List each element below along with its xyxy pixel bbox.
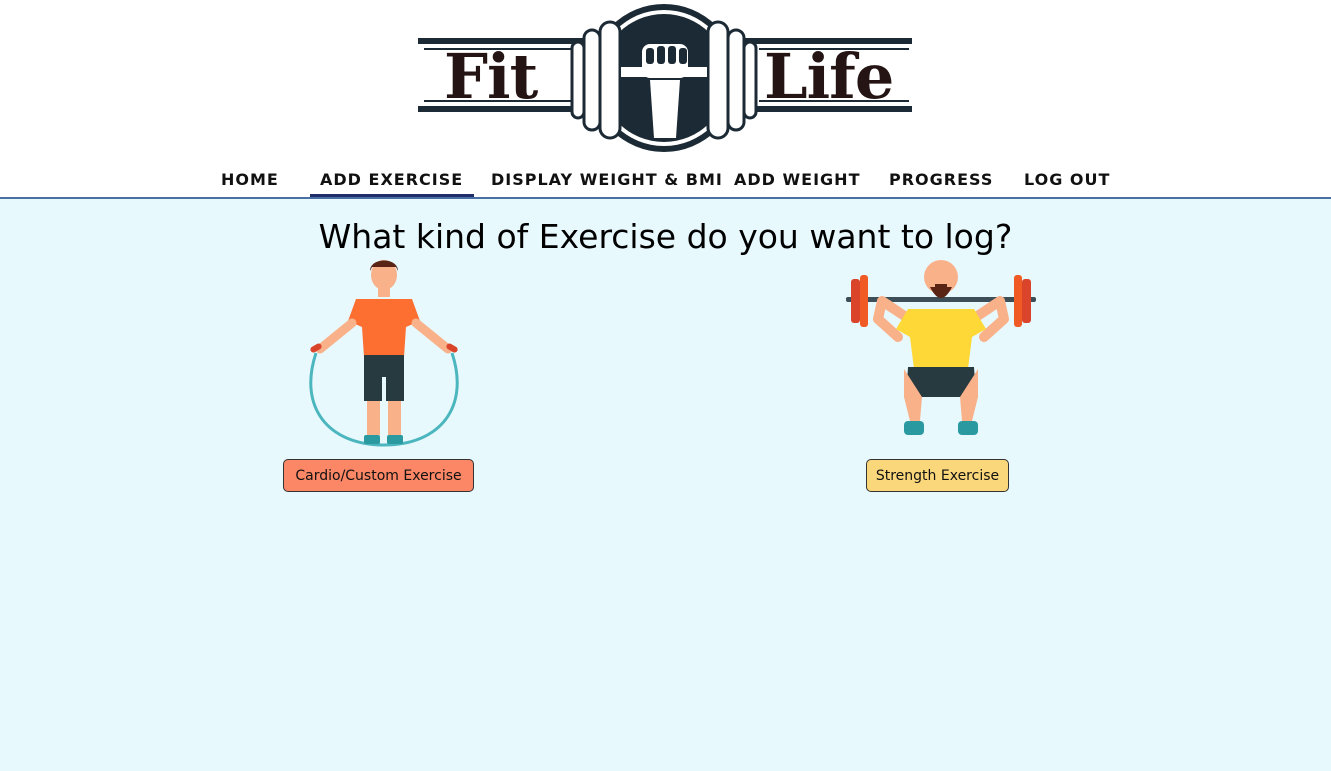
nav-display-weight-bmi[interactable]: DISPLAY WEIGHT & BMI — [491, 170, 723, 189]
logo-word-life: Life — [764, 40, 894, 113]
fit-life-logo[interactable]: Fit Life — [414, 2, 914, 158]
page-title: What kind of Exercise do you want to log… — [318, 217, 1013, 256]
nav-log-out[interactable]: LOG OUT — [1024, 170, 1110, 189]
logo-word-fit: Fit — [444, 40, 538, 113]
jump-rope-figure-icon — [298, 257, 470, 447]
nav-add-weight[interactable]: ADD WEIGHT — [734, 170, 860, 189]
strength-exercise-button[interactable]: Strength Exercise — [866, 459, 1009, 492]
site-header: Fit Life HOME ADD EXERCISE DISPLAY WEIGH… — [0, 0, 1331, 199]
main-content: What kind of Exercise do you want to log… — [0, 199, 1331, 771]
nav-progress[interactable]: PROGRESS — [889, 170, 993, 189]
barbell-squat-figure-icon — [842, 257, 1040, 439]
cardio-custom-exercise-button[interactable]: Cardio/Custom Exercise — [283, 459, 474, 492]
main-nav: HOME ADD EXERCISE DISPLAY WEIGHT & BMI A… — [0, 164, 1331, 198]
nav-add-exercise[interactable]: ADD EXERCISE — [309, 170, 475, 197]
nav-home[interactable]: HOME — [221, 170, 279, 189]
